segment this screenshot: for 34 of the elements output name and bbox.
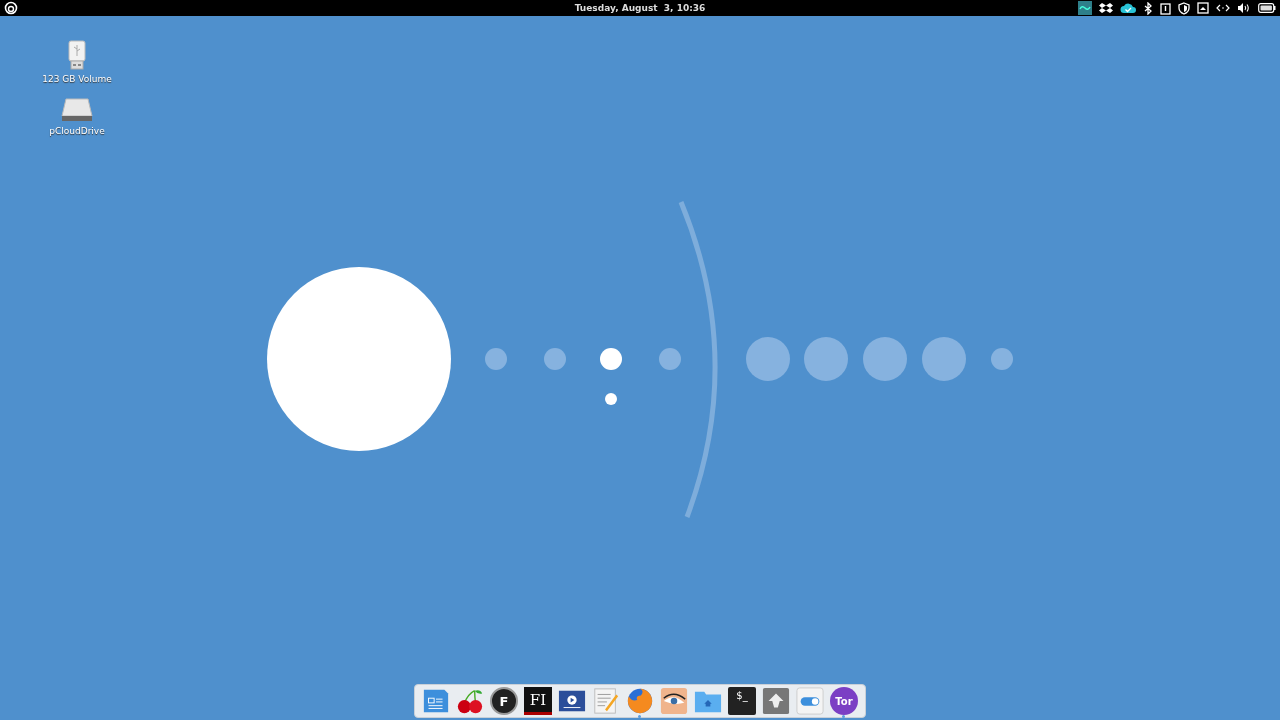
faded-circle — [804, 337, 848, 381]
dot — [544, 348, 566, 370]
battery-icon[interactable] — [1258, 3, 1276, 13]
document-app-icon[interactable] — [422, 687, 450, 715]
dot — [991, 348, 1013, 370]
clock[interactable]: Tuesday, August 3, 10:36 — [570, 3, 710, 13]
dropbox-icon[interactable] — [1099, 2, 1113, 14]
tor-browser-icon[interactable]: Tor — [830, 687, 858, 715]
faded-circle — [863, 337, 907, 381]
eye-icon[interactable] — [660, 687, 688, 715]
hard-drive-icon[interactable] — [61, 98, 93, 122]
screen-icon[interactable] — [1197, 2, 1209, 14]
usb-drive-icon[interactable] — [68, 40, 86, 70]
faded-circle — [922, 337, 966, 381]
app-icon[interactable]: FI — [524, 687, 552, 715]
bluetooth-icon[interactable] — [1143, 1, 1153, 15]
network-icon[interactable] — [1216, 3, 1230, 13]
vector-app-icon[interactable] — [762, 687, 790, 715]
dot — [659, 348, 681, 370]
shield-icon[interactable] — [1178, 1, 1190, 15]
wave-icon[interactable] — [1078, 1, 1092, 15]
app-icon[interactable]: F — [490, 687, 518, 715]
dot — [485, 348, 507, 370]
cloud-check-icon[interactable] — [1120, 2, 1136, 14]
dot — [600, 348, 622, 370]
toggle-switch-icon[interactable] — [796, 687, 824, 715]
dot — [605, 393, 617, 405]
clipboard-icon[interactable] — [1160, 1, 1171, 15]
cherry-icon[interactable] — [456, 687, 484, 715]
volume-icon[interactable] — [1237, 2, 1251, 14]
faded-circle — [746, 337, 790, 381]
menu-icon[interactable] — [4, 1, 18, 15]
terminal-icon[interactable]: $_ — [728, 687, 756, 715]
browser-icon[interactable] — [626, 687, 654, 715]
